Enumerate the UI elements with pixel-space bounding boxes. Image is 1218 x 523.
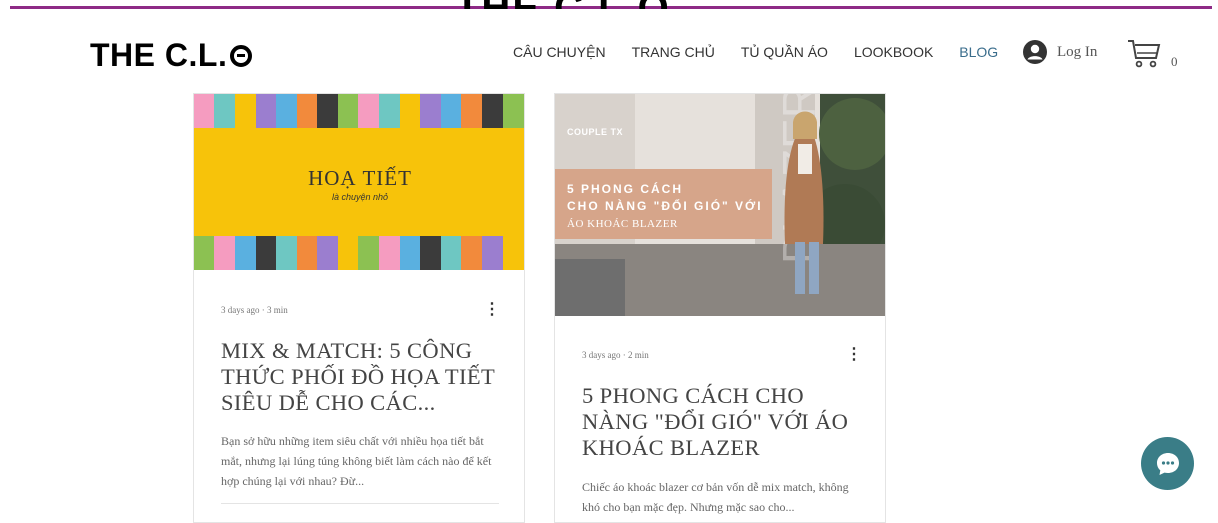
site-header: THE C.L. CÂU CHUYỆN TRANG CHỦ TỦ QUẦN ÁO…: [0, 9, 1218, 93]
logo-text: THE C.L.: [90, 37, 228, 73]
chat-button[interactable]: [1141, 437, 1194, 490]
blog-post-card[interactable]: HOẠ TIẾT là chuyện nhỏ 3 days ago · 3 mi…: [193, 93, 525, 523]
post-meta: 3 days ago · 3 min: [221, 305, 288, 315]
nav-item-trang-chu[interactable]: TRANG CHỦ: [632, 44, 715, 60]
chat-icon: [1156, 452, 1179, 475]
login-label: Log In: [1057, 43, 1098, 60]
logo-mark-icon: [230, 44, 253, 67]
nav-item-cau-chuyen[interactable]: CÂU CHUYỆN: [513, 44, 606, 60]
login-button[interactable]: Log In: [1023, 40, 1097, 64]
post-title[interactable]: 5 PHONG CÁCH CHO NÀNG "ĐỔI GIÓ" VỚI ÁO K…: [582, 383, 862, 461]
post-title[interactable]: MIX & MATCH: 5 CÔNG THỨC PHỐI ĐỒ HỌA TIẾ…: [221, 338, 511, 416]
nav-item-tu-quan-ao[interactable]: TỦ QUẦN ÁO: [741, 44, 828, 60]
cart-icon: [1128, 40, 1161, 68]
nav-item-lookbook[interactable]: LOOKBOOK: [854, 44, 933, 60]
post-excerpt: Chiếc áo khoác blazer cơ bản vốn dễ mix …: [582, 480, 849, 514]
cover-tag: COUPLE TX: [567, 127, 624, 137]
post-excerpt: Bạn sở hữu những item siêu chất với nhiề…: [221, 434, 492, 488]
user-icon: [1023, 40, 1047, 64]
more-icon[interactable]: ⋮: [484, 302, 500, 318]
post-divider: [221, 503, 499, 504]
more-icon[interactable]: ⋮: [846, 347, 862, 363]
cover-subheading: là chuyện nhỏ: [331, 192, 389, 202]
cart-count: 0: [1171, 54, 1178, 69]
post-cover-image[interactable]: HOẠ TIẾT là chuyện nhỏ: [194, 94, 524, 270]
blog-post-card[interactable]: BLAZER COUPLE TX 5 PHONG CÁCH CHO NÀNG "…: [554, 93, 886, 523]
post-meta: 3 days ago · 2 min: [582, 350, 649, 360]
cover-line-1: 5 PHONG CÁCH: [567, 182, 684, 196]
nav-item-blog[interactable]: BLOG: [959, 44, 998, 60]
cover-heading: HOẠ TIẾT: [308, 166, 412, 190]
pattern-strip: [194, 94, 524, 128]
main-nav: CÂU CHUYỆN TRANG CHỦ TỦ QUẦN ÁO LOOKBOOK…: [513, 44, 998, 60]
pattern-strip: [194, 236, 524, 270]
cover-line-2: CHO NÀNG "ĐỔI GIÓ" VỚI: [567, 199, 763, 213]
cart-button[interactable]: 0: [1127, 38, 1178, 70]
post-cover-image[interactable]: BLAZER COUPLE TX 5 PHONG CÁCH CHO NÀNG "…: [555, 94, 885, 316]
site-logo[interactable]: THE C.L.: [90, 37, 253, 74]
cover-line-3: ÁO KHOÁC BLAZER: [567, 218, 678, 230]
